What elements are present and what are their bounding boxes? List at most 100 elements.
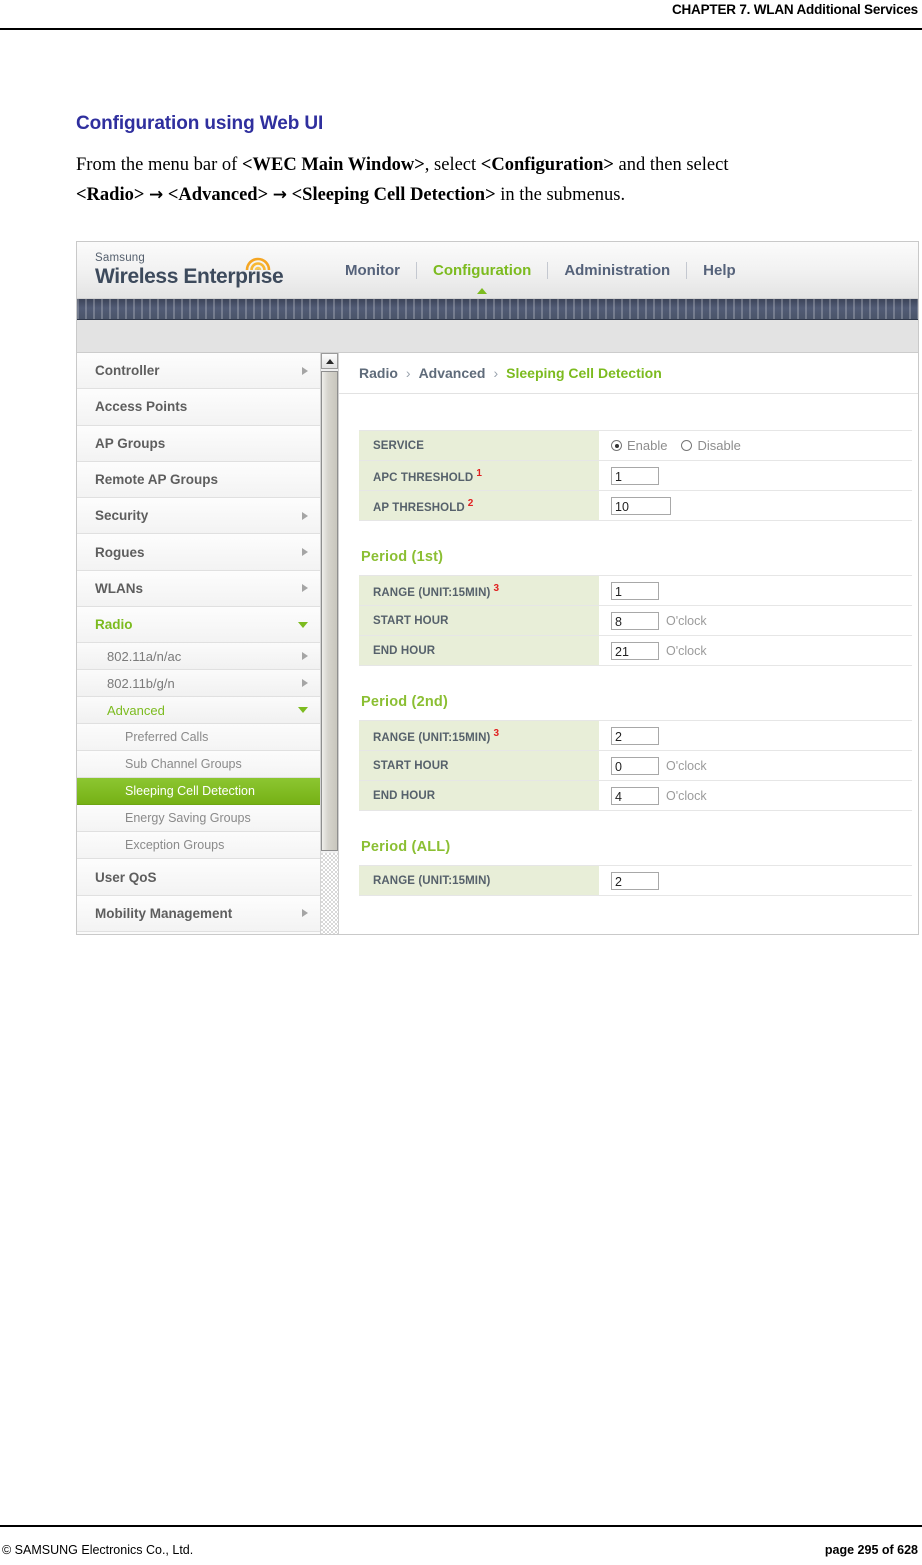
nav-item-configuration[interactable]: Configuration	[417, 262, 547, 294]
unit-label-oclock: O'clock	[666, 643, 707, 658]
radio-option-disable[interactable]: Disable	[681, 438, 741, 453]
chevron-right-icon	[302, 511, 309, 520]
period2-range-input[interactable]: 2	[611, 726, 659, 745]
sidebar-label-exception-groups: Exception Groups	[125, 838, 225, 853]
sidebar-item-80211b[interactable]: 802.11b/g/n	[77, 670, 321, 698]
nav-accent-stripe	[77, 299, 918, 320]
footer-page-number: page 295 of 628	[824, 1543, 918, 1557]
chevron-right-icon	[302, 679, 309, 688]
service-radio-group: Enable Disable	[611, 438, 912, 453]
sidebar-menu: Controller Access Points AP Groups Remot…	[77, 353, 321, 934]
period-all-table: RANGE (UNIT:15MIN) 2	[359, 865, 912, 896]
sidebar-item-80211a[interactable]: 802.11a/n/ac	[77, 643, 321, 671]
period1-start-hour-input[interactable]: 8	[611, 611, 659, 630]
table-row-ap-threshold: AP THRESHOLD 2 10	[359, 490, 912, 521]
page-title: Configuration using Web UI	[76, 113, 324, 134]
label-text-period2-end-hour: END HOUR	[373, 789, 436, 802]
para-bold-sleeping: <Sleeping Cell Detection>	[291, 185, 496, 205]
label-service: SERVICE	[359, 430, 599, 461]
sidebar-item-access-points[interactable]: Access Points	[77, 389, 321, 426]
para-text-4: in the submenus.	[495, 185, 626, 205]
chevron-down-icon	[298, 707, 309, 714]
ap-threshold-input[interactable]: 10	[611, 496, 671, 515]
label-text-period1-range: RANGE (UNIT:15MIN)	[373, 586, 491, 599]
unit-label-oclock: O'clock	[666, 758, 707, 773]
sidebar-label-wlans: WLANs	[95, 580, 143, 596]
content-panel: Radio › Advanced › Sleeping Cell Detecti…	[339, 353, 918, 934]
label-text-period2-start-hour: START HOUR	[373, 759, 449, 772]
footnote-marker-2: 2	[467, 497, 474, 509]
label-period2-start-hour: START HOUR	[359, 750, 599, 781]
chevron-right-icon	[302, 652, 309, 661]
para-text-1: From the menu bar of	[76, 155, 242, 175]
table-row: START HOUR 8 O'clock	[359, 605, 912, 636]
period-all-range-input[interactable]: 2	[611, 871, 659, 890]
spacer-before-period2	[359, 666, 912, 694]
footnote-marker-3: 3	[493, 582, 500, 594]
sidebar-item-wlans[interactable]: WLANs	[77, 570, 321, 608]
value-period2-end-hour: 4 O'clock	[599, 780, 912, 811]
label-text-period-all-range: RANGE (UNIT:15MIN)	[373, 874, 491, 887]
sidebar-scrollbar[interactable]	[320, 353, 339, 934]
scroll-up-arrow-icon[interactable]	[321, 353, 338, 369]
label-text-period2-range: RANGE (UNIT:15MIN)	[373, 731, 491, 744]
sidebar-item-preferred-calls[interactable]: Preferred Calls	[77, 724, 321, 752]
spacer-before-period-all	[359, 811, 912, 839]
period2-start-hour-input[interactable]: 0	[611, 756, 659, 775]
sidebar-item-rogues[interactable]: Rogues	[77, 534, 321, 571]
nav-item-help[interactable]: Help	[687, 262, 752, 279]
table-row: END HOUR 21 O'clock	[359, 635, 912, 666]
value-service: Enable Disable	[599, 430, 912, 461]
sidebar-item-ap-groups[interactable]: AP Groups	[77, 425, 321, 462]
period2-end-hour-input[interactable]: 4	[611, 786, 659, 805]
sidebar-item-advanced[interactable]: Advanced	[77, 697, 321, 725]
sidebar-label-remote-ap-groups: Remote AP Groups	[95, 472, 219, 488]
label-text-period1-start-hour: START HOUR	[373, 614, 449, 627]
web-ui-screenshot: Samsung Wireless Enterprise Monitor Conf…	[76, 241, 919, 935]
para-bold-wec: <WEC Main Window>	[241, 155, 425, 175]
sidebar-item-mobility-management[interactable]: Mobility Management	[77, 895, 321, 932]
section-heading-period-1st: Period (1st)	[361, 549, 444, 565]
sidebar-item-controller[interactable]: Controller	[77, 353, 321, 390]
label-period2-range: RANGE (UNIT:15MIN) 3	[359, 720, 599, 751]
sidebar-label-80211a: 802.11a/n/ac	[107, 648, 182, 664]
sidebar-item-remote-ap-groups[interactable]: Remote AP Groups	[77, 461, 321, 499]
label-text-service: SERVICE	[373, 439, 424, 452]
para-text-3: and then select	[613, 155, 729, 175]
sidebar-item-radio[interactable]: Radio	[77, 607, 321, 644]
value-apc-threshold: 1	[599, 460, 912, 491]
label-text-period1-end-hour: END HOUR	[373, 644, 436, 657]
nav-label-help: Help	[703, 261, 736, 279]
sidebar-region: Controller Access Points AP Groups Remot…	[77, 353, 339, 934]
footer-copyright: © SAMSUNG Electronics Co., Ltd.	[2, 1543, 194, 1557]
footnote-marker-1: 1	[476, 467, 483, 479]
radio-unselected-icon	[681, 440, 693, 451]
period1-end-hour-input[interactable]: 21	[611, 641, 659, 660]
apc-threshold-input[interactable]: 1	[611, 466, 659, 485]
scrollbar-track[interactable]	[321, 853, 339, 934]
chevron-right-icon	[302, 909, 309, 918]
sidebar-item-sleeping-cell-detection[interactable]: Sleeping Cell Detection	[77, 778, 321, 806]
sidebar-item-security[interactable]: Security	[77, 498, 321, 535]
sidebar-item-energy-saving-groups[interactable]: Energy Saving Groups	[77, 805, 321, 833]
sub-toolbar	[77, 320, 918, 353]
sidebar-item-user-qos[interactable]: User QoS	[77, 859, 321, 896]
breadcrumb-item-advanced[interactable]: Advanced	[419, 365, 486, 381]
footnote-marker-3: 3	[493, 727, 500, 739]
nav-item-monitor[interactable]: Monitor	[329, 262, 416, 279]
nav-item-administration[interactable]: Administration	[548, 262, 686, 279]
sidebar-item-exception-groups[interactable]: Exception Groups	[77, 832, 321, 860]
label-period1-start-hour: START HOUR	[359, 605, 599, 636]
period1-range-input[interactable]: 1	[611, 581, 659, 600]
table-row: END HOUR 4 O'clock	[359, 780, 912, 811]
label-period2-end-hour: END HOUR	[359, 780, 599, 811]
sidebar-label-access-points: Access Points	[95, 399, 188, 415]
scrollbar-thumb[interactable]	[321, 371, 339, 851]
value-period-all-range: 2	[599, 865, 912, 896]
breadcrumb-item-radio[interactable]: Radio	[359, 365, 398, 381]
radio-option-enable[interactable]: Enable	[611, 438, 667, 453]
value-period2-start-hour: 0 O'clock	[599, 750, 912, 781]
sidebar-item-sub-channel-groups[interactable]: Sub Channel Groups	[77, 751, 321, 779]
brand-samsung-text: Samsung	[95, 252, 145, 265]
chevron-down-icon	[298, 621, 309, 628]
